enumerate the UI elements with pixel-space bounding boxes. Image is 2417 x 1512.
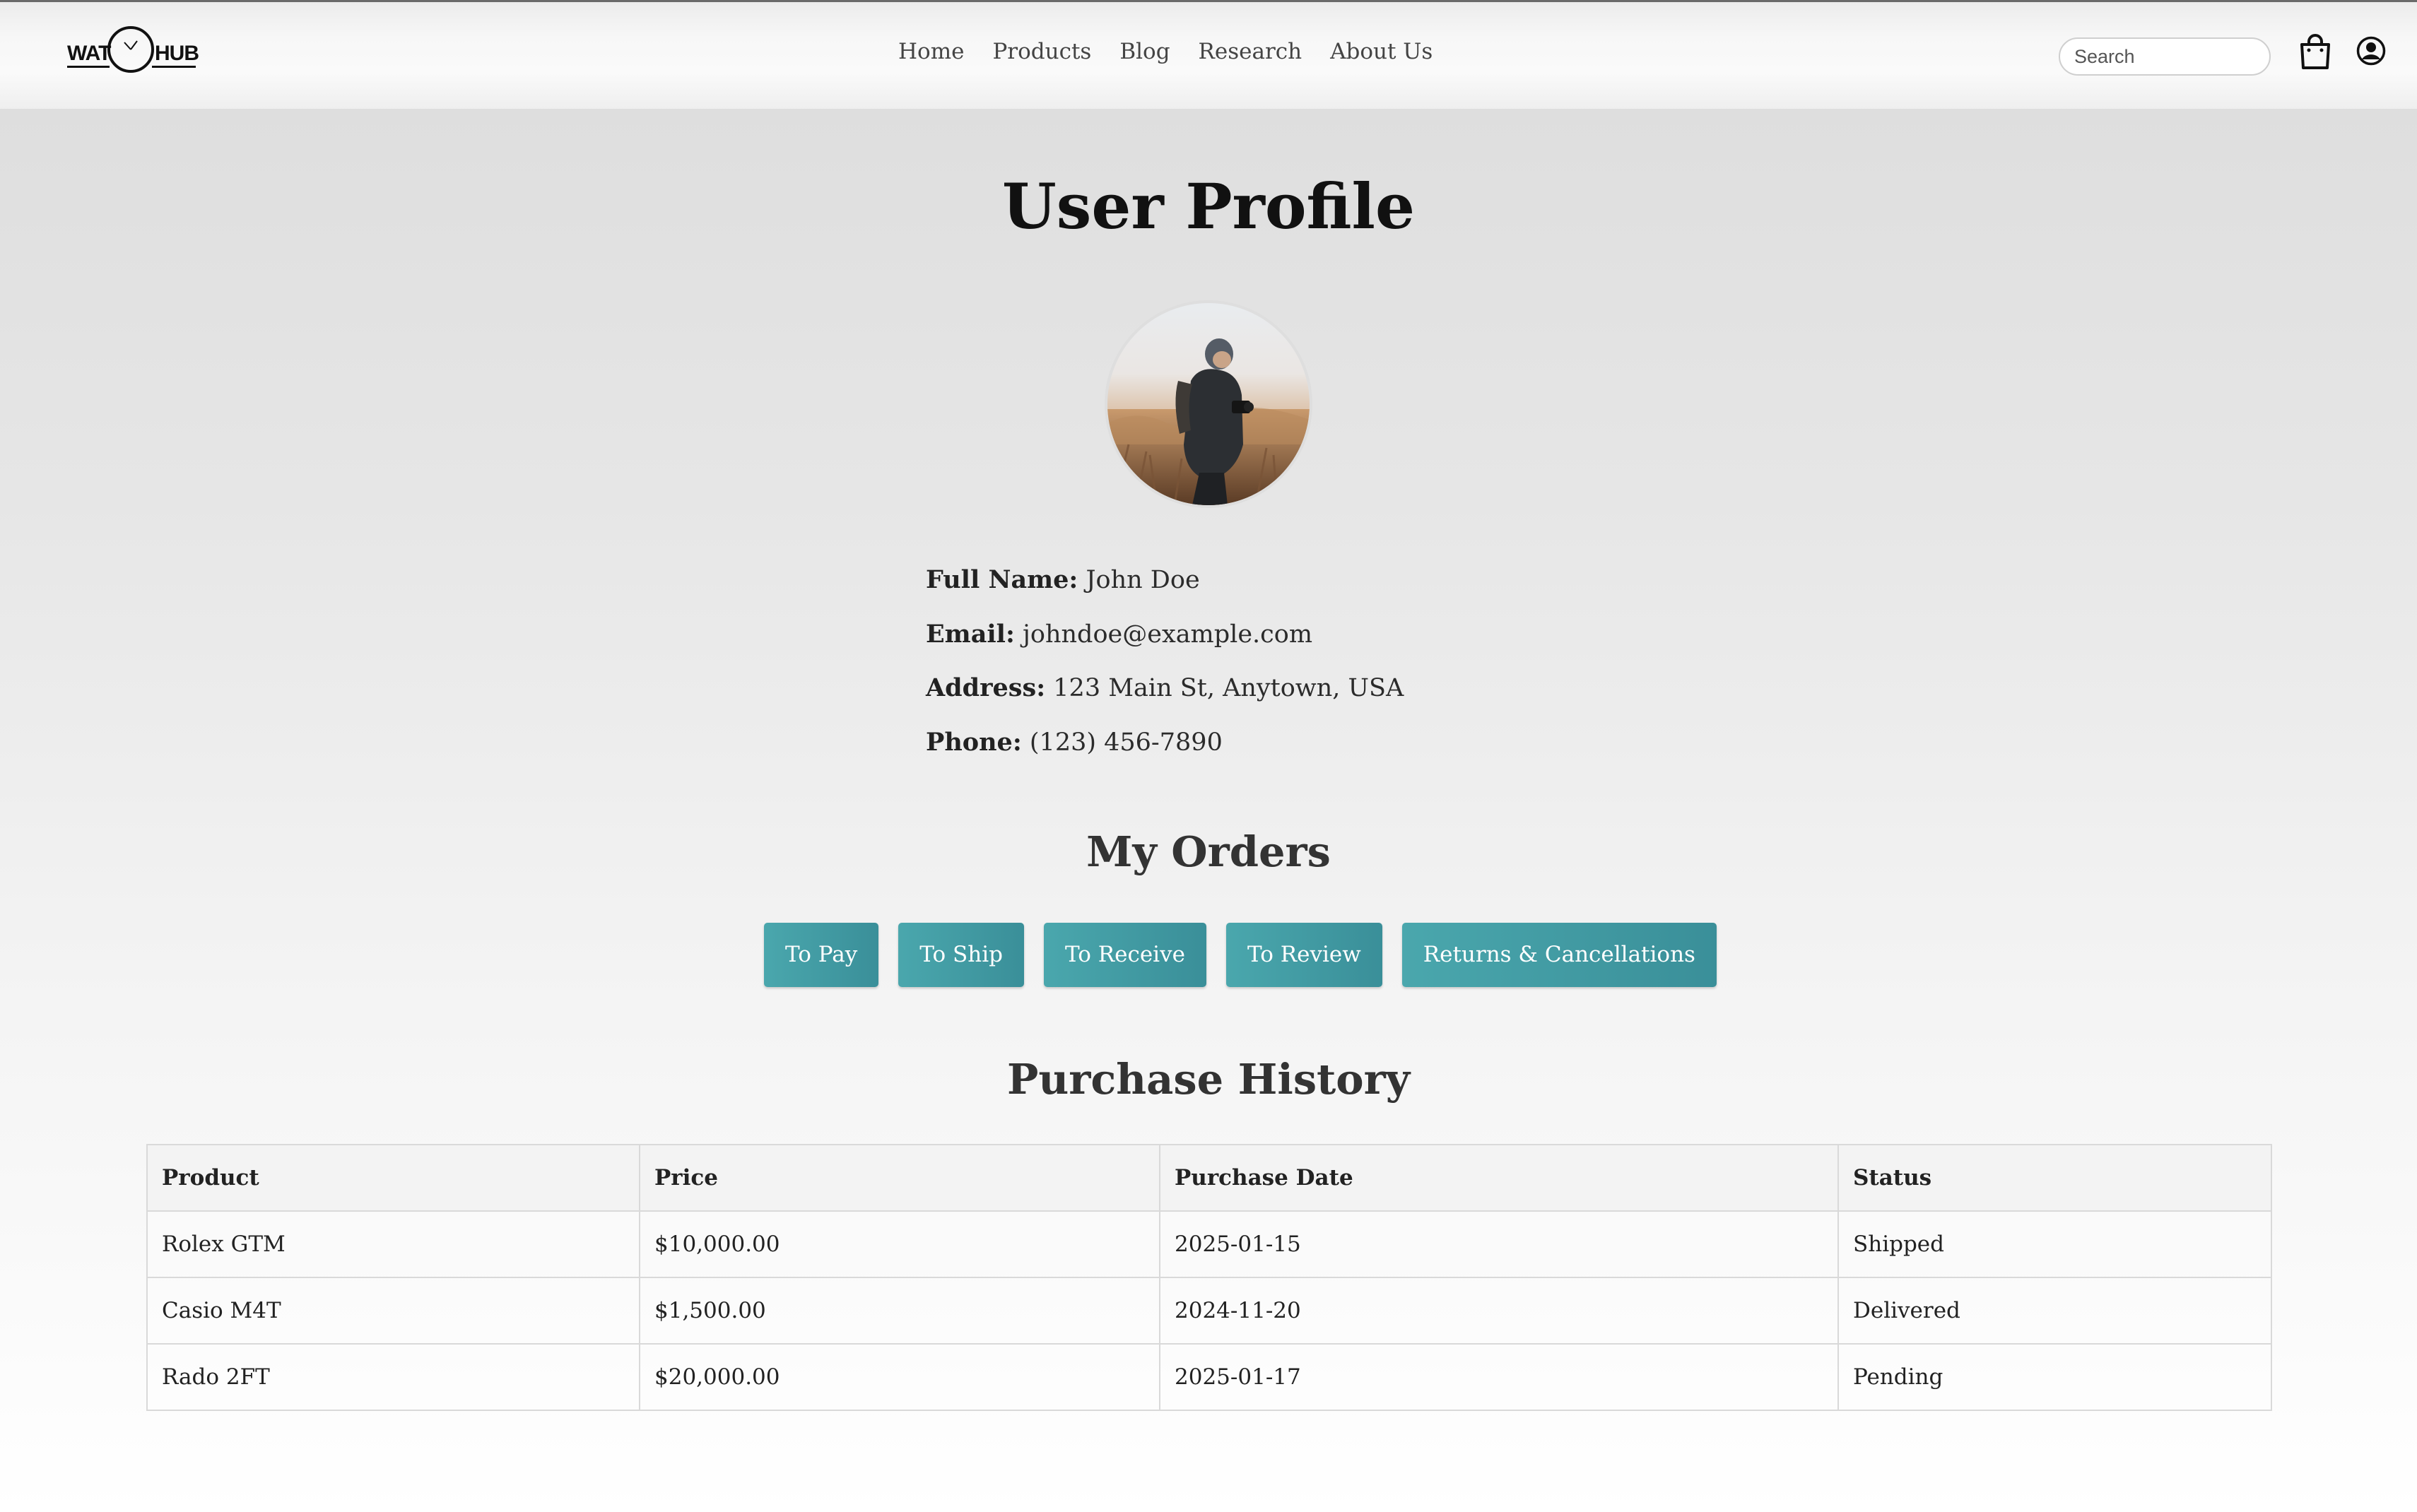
main-nav: Home Products Blog Research About Us [898,41,1433,63]
cell-product: Rolex GTM [146,1210,640,1278]
returns-cancellations-button[interactable]: Returns & Cancellations [1401,923,1717,987]
site-header: WAT HUB Home Products Blog Research Abou… [0,0,2417,109]
nav-research[interactable]: Research [1199,41,1302,63]
to-pay-button[interactable]: To Pay [764,923,879,987]
profile-phone: Phone: (123) 456-7890 [926,730,1404,784]
cell-purchase-date: 2024-11-20 [1159,1277,1839,1345]
column-header-product: Product [146,1144,640,1212]
address-value: 123 Main St, Anytown, USA [1053,674,1404,702]
phone-value: (123) 456-7890 [1029,728,1223,757]
full-name-value: John Doe [1086,566,1200,594]
column-header-status: Status [1837,1144,2272,1212]
cell-price: $1,500.00 [639,1277,1160,1345]
cell-status: Pending [1837,1343,2272,1411]
profile-email: Email: johndoe@example.com [926,622,1404,676]
purchase-history-title: Purchase History [1006,1055,1411,1104]
cell-product: Rado 2FT [146,1343,640,1411]
phone-label: Phone: [926,727,1022,757]
to-receive-button[interactable]: To Receive [1044,923,1206,987]
page-title: User Profile [1002,170,1415,243]
search-input[interactable] [2059,37,2271,76]
clock-icon [107,26,154,73]
logo-underline-left [67,66,110,68]
nav-blog[interactable]: Blog [1119,41,1170,63]
email-label: Email: [926,619,1015,649]
watchub-logo[interactable]: WAT HUB [67,23,199,81]
cell-purchase-date: 2025-01-17 [1159,1343,1839,1411]
cell-product: Casio M4T [146,1277,640,1345]
cell-price: $10,000.00 [639,1210,1160,1278]
profile-info: Full Name: John Doe Email: johndoe@examp… [926,567,1404,784]
cell-status: Delivered [1837,1277,2272,1345]
to-ship-button[interactable]: To Ship [898,923,1024,987]
avatar [1105,300,1312,508]
table-header-row: Product Price Purchase Date Status [146,1144,2272,1212]
table-row: Casio M4T $1,500.00 2024-11-20 Delivered [146,1277,2272,1345]
full-name-label: Full Name: [926,565,1078,594]
column-header-price: Price [639,1144,1160,1212]
logo-text-right: HUB [155,42,199,65]
cell-purchase-date: 2025-01-15 [1159,1210,1839,1278]
order-tabs: To Pay To Ship To Receive To Review Retu… [764,923,1717,987]
user-circle-icon[interactable] [2356,36,2386,66]
my-orders-title: My Orders [1086,827,1331,876]
nav-about-us[interactable]: About Us [1330,41,1433,63]
purchase-history-table: Product Price Purchase Date Status Rolex… [146,1144,2272,1411]
to-review-button[interactable]: To Review [1225,923,1382,987]
profile-address: Address: 123 Main St, Anytown, USA [926,675,1404,730]
cell-price: $20,000.00 [639,1343,1160,1411]
address-label: Address: [926,673,1046,702]
email-value: johndoe@example.com [1023,620,1313,649]
nav-home[interactable]: Home [898,41,964,63]
logo-underline-right [152,66,196,68]
cell-status: Shipped [1837,1210,2272,1278]
nav-products[interactable]: Products [992,41,1091,63]
column-header-purchase-date: Purchase Date [1159,1144,1839,1212]
logo-text-left: WAT [67,42,111,65]
shopping-bag-icon[interactable] [2299,33,2331,70]
profile-full-name: Full Name: John Doe [926,567,1404,622]
table-row: Rado 2FT $20,000.00 2025-01-17 Pending [146,1343,2272,1411]
table-row: Rolex GTM $10,000.00 2025-01-15 Shipped [146,1210,2272,1278]
